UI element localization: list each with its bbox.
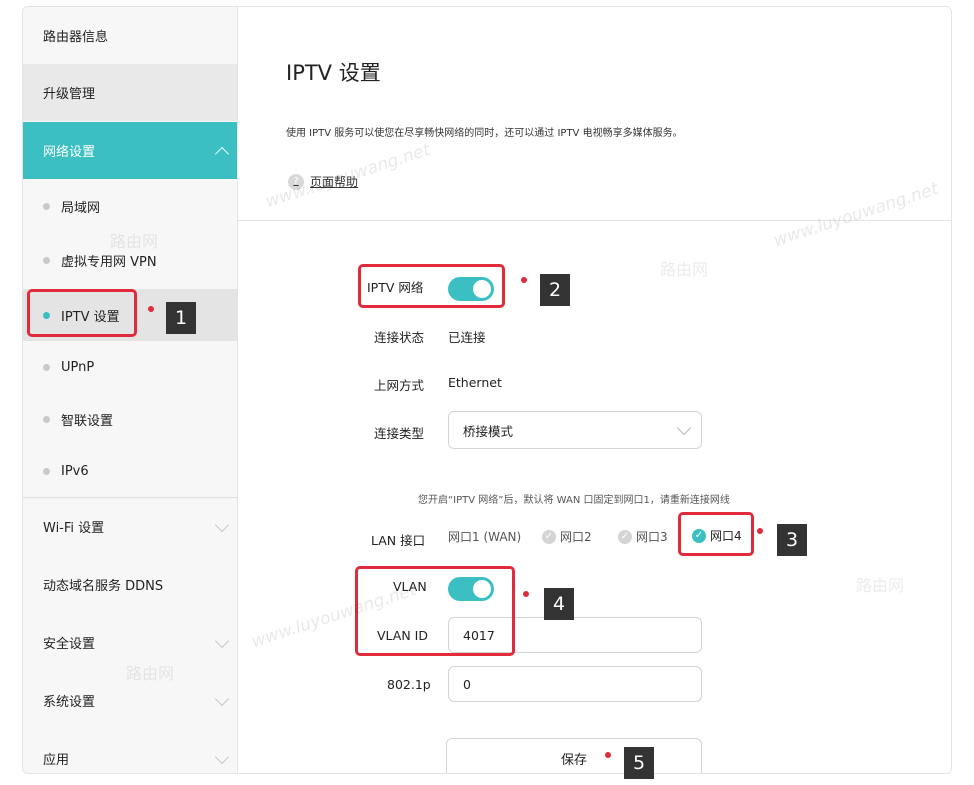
sidebar-subitem-label: UPnP xyxy=(61,359,95,375)
access-mode-label: 上网方式 xyxy=(374,378,425,393)
sidebar-subitem-ipv6[interactable]: IPv6 xyxy=(23,445,237,497)
chevron-down-icon xyxy=(676,420,692,436)
annotation-dot xyxy=(605,752,611,758)
sidebar-subitem-lan[interactable]: 局域网 xyxy=(23,180,237,232)
annotation-box-iptv-toggle xyxy=(358,264,505,308)
watermark-logo-text: 路由网 xyxy=(856,576,905,595)
priority-value: 0 xyxy=(463,676,471,692)
sidebar-item-apps[interactable]: 应用 xyxy=(23,730,237,773)
annotation-marker-4: 4 xyxy=(544,588,574,620)
sidebar-item-label: 路由器信息 xyxy=(43,30,109,45)
bullet-icon xyxy=(43,363,50,371)
annotation-marker-5: 5 xyxy=(624,747,654,779)
connection-type-value: 桥接模式 xyxy=(463,423,514,439)
sidebar-item-ddns[interactable]: 动态域名服务 DDNS xyxy=(23,556,237,613)
annotation-box-iptv-menu xyxy=(27,289,137,337)
connection-type-select[interactable]: 桥接模式 xyxy=(448,411,702,449)
sidebar-subitem-label: IPv6 xyxy=(61,463,89,479)
check-icon: ✓ xyxy=(542,529,556,544)
main-content: IPTV 设置 使用 IPTV 服务可以使您在尽享畅快网络的同时，还可以通过 I… xyxy=(238,7,951,773)
sidebar-item-label: Wi-Fi 设置 xyxy=(43,521,105,536)
port-3-label: 网口3 xyxy=(636,530,668,544)
chevron-up-icon xyxy=(214,146,230,161)
port-1-option: 网口1 (WAN) xyxy=(448,528,521,545)
sidebar-item-upgrade[interactable]: 升级管理 xyxy=(23,64,237,121)
watermark-logo-text: 路由网 xyxy=(126,664,175,683)
router-admin-window: 路由器信息 升级管理 网络设置 局域网 虚拟专用网 VPN IPTV 设置 UP… xyxy=(22,6,952,774)
sidebar-subitem-upnp[interactable]: UPnP xyxy=(23,341,237,393)
sidebar-item-label: 安全设置 xyxy=(43,637,96,652)
sidebar-subitem-label: 智联设置 xyxy=(61,413,114,429)
chevron-down-icon xyxy=(214,633,230,648)
connection-status-label: 连接状态 xyxy=(374,330,425,345)
priority-label: 802.1p xyxy=(387,677,431,692)
port-2-label: 网口2 xyxy=(560,530,592,544)
port-3-checkbox[interactable]: ✓ 网口3 xyxy=(618,528,668,545)
chevron-down-icon xyxy=(214,517,230,532)
priority-input[interactable]: 0 xyxy=(448,666,702,702)
bullet-icon xyxy=(43,256,50,264)
bullet-icon xyxy=(43,415,50,423)
sidebar-item-label: 应用 xyxy=(43,753,70,768)
annotation-dot xyxy=(148,306,154,312)
annotation-marker-1: 1 xyxy=(166,302,196,334)
sidebar-item-router-info[interactable]: 路由器信息 xyxy=(23,7,237,64)
sidebar-subitem-label: 虚拟专用网 VPN xyxy=(61,254,157,270)
access-mode-value: Ethernet xyxy=(448,375,502,390)
sidebar-subitem-smart-link[interactable]: 智联设置 xyxy=(23,393,237,445)
bullet-icon xyxy=(43,202,50,210)
port-1-label: 网口1 (WAN) xyxy=(448,530,522,544)
lan-interface-label: LAN 接口 xyxy=(371,533,426,548)
connection-status-value: 已连接 xyxy=(448,330,486,345)
page-description: 使用 IPTV 服务可以使您在尽享畅快网络的同时，还可以通过 IPTV 电视畅享… xyxy=(286,128,683,139)
annotation-dot xyxy=(523,591,529,597)
annotation-dot xyxy=(521,277,527,283)
bullet-icon xyxy=(43,467,50,475)
chevron-down-icon xyxy=(214,749,230,764)
sidebar-item-label: 动态域名服务 DDNS xyxy=(43,579,164,594)
annotation-dot xyxy=(757,528,763,534)
chevron-down-icon xyxy=(214,691,230,706)
sidebar-item-label: 系统设置 xyxy=(43,695,96,710)
save-button[interactable]: 保存 xyxy=(446,738,702,773)
check-icon: ✓ xyxy=(618,529,632,544)
port-2-checkbox[interactable]: ✓ 网口2 xyxy=(542,528,592,545)
watermark-logo-text: 路由网 xyxy=(110,232,159,251)
sidebar-item-wifi[interactable]: Wi-Fi 设置 xyxy=(23,498,237,555)
sidebar-item-label: 网络设置 xyxy=(43,145,96,160)
sidebar-subitem-label: 局域网 xyxy=(61,200,101,216)
annotation-marker-2: 2 xyxy=(540,274,570,306)
annotation-box-port4 xyxy=(678,512,754,556)
annotation-marker-3: 3 xyxy=(777,524,807,556)
connection-type-label: 连接类型 xyxy=(374,426,425,441)
page-title: IPTV 设置 xyxy=(286,61,381,85)
sidebar-item-label: 升级管理 xyxy=(43,87,96,102)
iptv-wan-note: 您开启“IPTV 网络”后，默认将 WAN 口固定到网口1，请重新连接网线 xyxy=(418,495,730,506)
sidebar: 路由器信息 升级管理 网络设置 局域网 虚拟专用网 VPN IPTV 设置 UP… xyxy=(23,7,238,773)
watermark-logo-text: 路由网 xyxy=(660,260,709,279)
sidebar-item-network-settings[interactable]: 网络设置 xyxy=(23,122,237,179)
